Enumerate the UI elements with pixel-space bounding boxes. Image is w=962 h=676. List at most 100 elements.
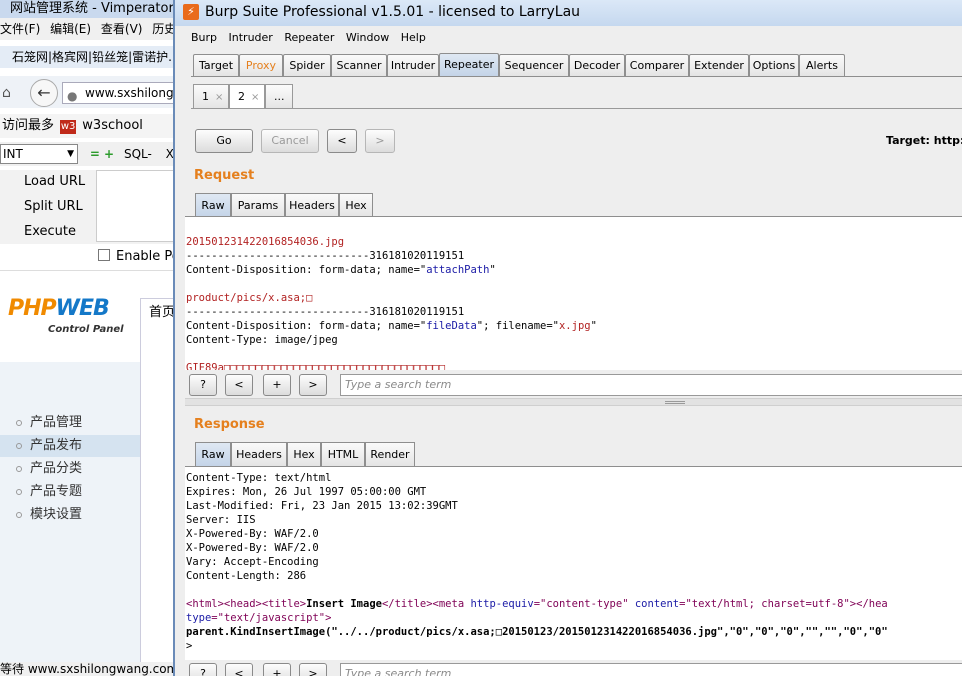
search-next-button[interactable]: >: [299, 374, 327, 396]
request-line: product/pics/x.asa;□: [186, 292, 313, 304]
response-line: >: [186, 640, 193, 652]
repeater-tab-new[interactable]: ...: [265, 84, 293, 108]
request-editor[interactable]: 20150123142201685403​6.jpg -------------…: [185, 216, 962, 370]
checkbox-icon: [98, 249, 110, 261]
response-tab-render[interactable]: Render: [365, 442, 415, 466]
sidebar-item-label: 产品分类: [30, 461, 83, 476]
response-line: X-Powered-By: WAF/2.0: [186, 542, 319, 554]
sidebar-item-product-manage[interactable]: 产品管理: [0, 412, 140, 434]
tab-target[interactable]: Target: [193, 54, 239, 76]
browser-tab[interactable]: 石笼网|格宾网|铅丝笼|雷诺护...: [0, 46, 180, 68]
sidebar-item-label: 产品发布: [30, 438, 83, 453]
back-button[interactable]: ←: [30, 79, 58, 107]
request-text: "; filename=": [476, 320, 559, 332]
menu-window[interactable]: Window: [346, 31, 389, 44]
search-next-button[interactable]: >: [299, 663, 327, 676]
hackbar-panel: Load URL Split URL Execute: [0, 170, 180, 244]
response-line: Vary: Accept-Encoding: [186, 556, 319, 568]
help-button[interactable]: ?: [189, 374, 217, 396]
tab-extender[interactable]: Extender: [689, 54, 749, 76]
menu-help[interactable]: Help: [401, 31, 426, 44]
repeater-tab-1[interactable]: 1 ×: [193, 84, 229, 108]
request-tab-headers[interactable]: Headers: [285, 193, 339, 217]
logo-subtitle: Control Panel: [48, 324, 124, 335]
tabstrip-divider: [191, 76, 962, 77]
help-button[interactable]: ?: [189, 663, 217, 676]
go-button[interactable]: Go: [195, 129, 253, 153]
target-label[interactable]: Target: http://v: [886, 134, 962, 147]
logo-text: PHPWEB: [8, 296, 110, 321]
url-text: www.sxshilongv: [85, 86, 180, 100]
response-line: Expires: Mon, 26 Jul 1997 05:00:00 GMT: [186, 486, 427, 498]
sidebar-item-product-publish[interactable]: 产品发布: [0, 435, 140, 457]
html-tag: <html><head><title>: [186, 598, 307, 610]
search-prev-button[interactable]: <: [225, 663, 253, 676]
enable-post-checkbox[interactable]: Enable Po: [98, 249, 180, 264]
tab-scanner[interactable]: Scanner: [331, 54, 387, 76]
logo-php: PHP: [8, 296, 57, 321]
response-search-input[interactable]: Type a search term: [340, 663, 962, 676]
load-url-button[interactable]: Load URL: [0, 170, 94, 194]
burp-suite-window: ⚡ Burp Suite Professional v1.5.01 - lice…: [173, 0, 962, 676]
response-tab-headers[interactable]: Headers: [231, 442, 287, 466]
tab-alerts[interactable]: Alerts: [799, 54, 845, 76]
tab-options[interactable]: Options: [749, 54, 799, 76]
chevron-down-icon: ▼: [67, 149, 74, 159]
browser-menubar: 文件(F) 编辑(E) 查看(V) 历史: [0, 18, 180, 40]
tab-comparer[interactable]: Comparer: [625, 54, 689, 76]
bookmark-most-visited[interactable]: 访问最多: [2, 118, 54, 133]
cancel-button[interactable]: Cancel: [261, 129, 319, 153]
close-icon[interactable]: ×: [215, 92, 223, 103]
tab-spider[interactable]: Spider: [283, 54, 331, 76]
repeater-tab-label: 1: [202, 90, 209, 103]
close-icon[interactable]: ×: [251, 92, 259, 103]
tab-sequencer[interactable]: Sequencer: [499, 54, 569, 76]
menu-edit[interactable]: 编辑(E): [50, 22, 91, 36]
split-url-button[interactable]: Split URL: [0, 195, 94, 219]
search-prev-button[interactable]: <: [225, 374, 253, 396]
request-tab-raw[interactable]: Raw: [195, 193, 231, 217]
request-text: Content-Disposition: form-data; name=": [186, 264, 427, 276]
menu-repeater[interactable]: Repeater: [284, 31, 334, 44]
burp-menubar: Burp Intruder Repeater Window Help: [175, 28, 962, 48]
request-param-name: attachPath: [426, 264, 490, 276]
html-attr: type: [186, 612, 212, 624]
sidebar-item-label: 产品专题: [30, 484, 83, 499]
menu-file[interactable]: 文件(F): [0, 22, 40, 36]
bookmark-w3school[interactable]: w3school: [82, 118, 143, 133]
response-tab-raw[interactable]: Raw: [195, 442, 231, 466]
request-search-input[interactable]: Type a search term: [340, 374, 962, 396]
request-tab-hex[interactable]: Hex: [339, 193, 373, 217]
response-tab-html[interactable]: HTML: [321, 442, 365, 466]
response-editor[interactable]: Content-Type: text/html Expires: Mon, 26…: [185, 466, 962, 662]
tab-repeater[interactable]: Repeater: [439, 53, 499, 76]
html-tag: </title><meta: [381, 598, 471, 610]
search-options-button[interactable]: +: [263, 374, 291, 396]
execute-button[interactable]: Execute: [0, 220, 94, 244]
forward-history-button[interactable]: >: [365, 129, 395, 153]
split-pane-divider[interactable]: [185, 398, 962, 406]
menu-burp[interactable]: Burp: [191, 31, 217, 44]
menu-intruder[interactable]: Intruder: [229, 31, 273, 44]
tab-decoder[interactable]: Decoder: [569, 54, 625, 76]
plus-minus-controls[interactable]: = +: [90, 147, 114, 161]
request-line: Content-Disposition: form-data; name="at…: [186, 263, 496, 277]
back-history-button[interactable]: <: [327, 129, 357, 153]
response-tab-hex[interactable]: Hex: [287, 442, 321, 466]
menu-view[interactable]: 查看(V): [101, 22, 143, 36]
sql-menu[interactable]: SQL-: [124, 147, 152, 161]
sidebar-item-product-category[interactable]: 产品分类: [0, 458, 140, 480]
repeater-tab-2[interactable]: 2 ×: [229, 84, 265, 108]
request-tab-params[interactable]: Params: [231, 193, 285, 217]
tab-proxy[interactable]: Proxy: [239, 54, 283, 76]
response-html-line: <html><head><title>Insert Image</title><…: [186, 597, 888, 611]
sidebar-item-product-topic[interactable]: 产品专题: [0, 481, 140, 503]
hackbar-type-select[interactable]: INT ▼: [0, 144, 78, 164]
search-options-button[interactable]: +: [263, 663, 291, 676]
request-text: Content-Disposition: form-data; name=": [186, 320, 427, 332]
home-icon[interactable]: ⌂: [2, 85, 11, 101]
tab-intruder[interactable]: Intruder: [387, 54, 439, 76]
hackbar-url-textarea[interactable]: [96, 170, 180, 242]
url-bar[interactable]: ● www.sxshilongv: [62, 82, 180, 104]
sidebar-item-module-settings[interactable]: 模块设置: [0, 504, 140, 526]
